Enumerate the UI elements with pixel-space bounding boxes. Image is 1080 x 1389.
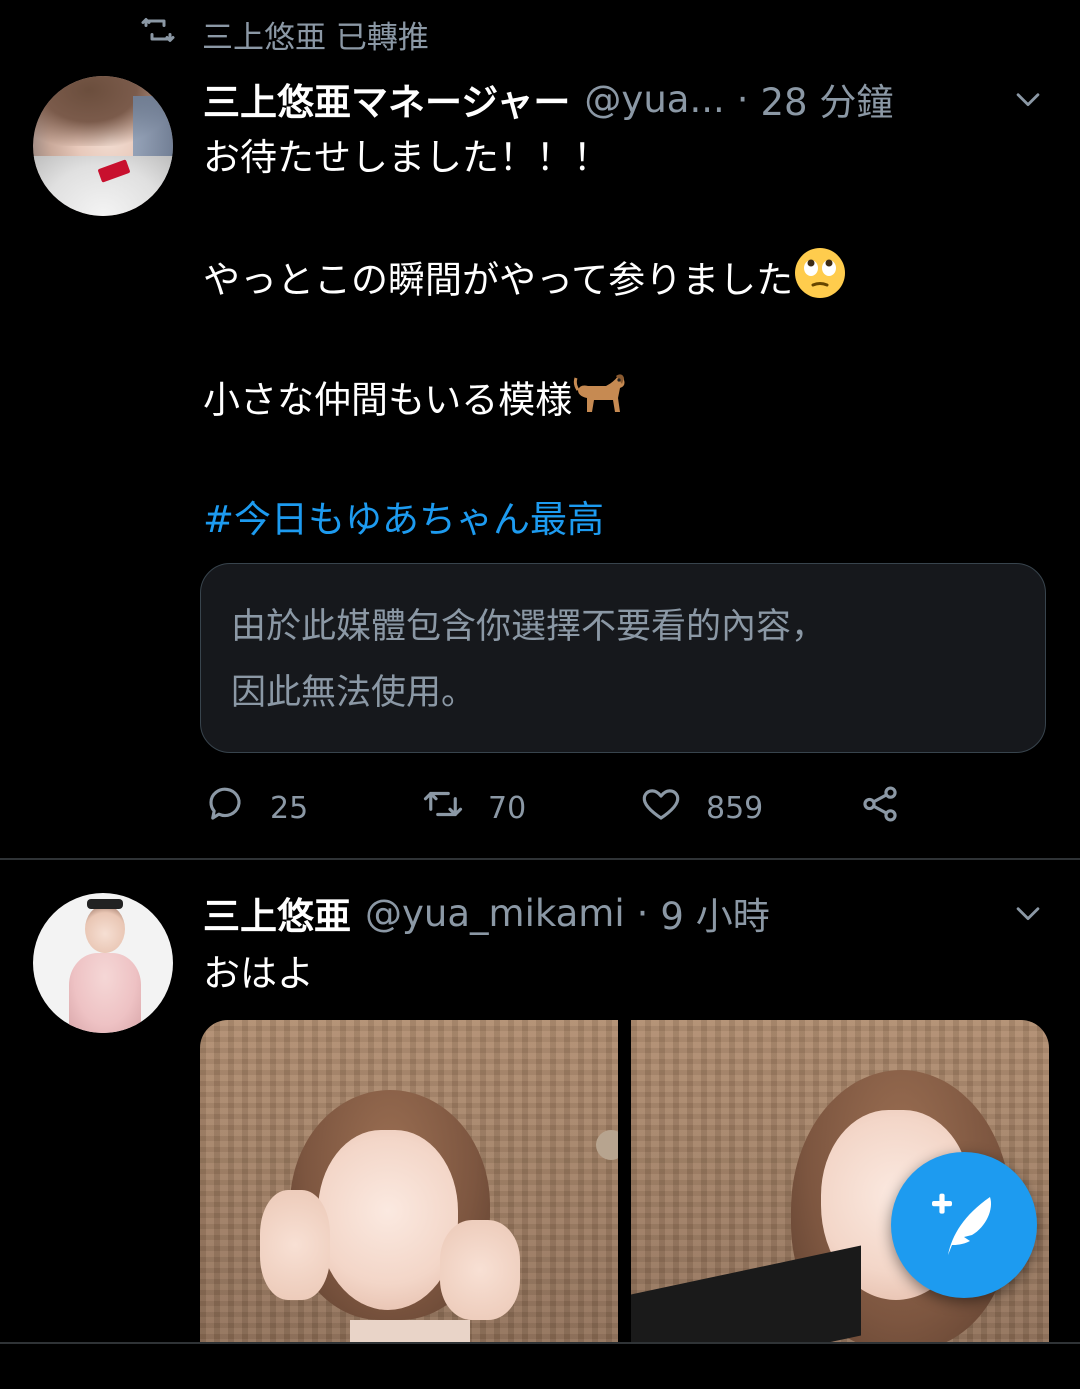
retweet-icon [140, 12, 176, 56]
tweet-line: 小さな仲間もいる模様 [203, 378, 573, 422]
retweet-label: 三上悠亜 已轉推 [202, 19, 429, 56]
author-handle[interactable]: @yua... [584, 78, 724, 121]
retweet-icon [422, 783, 464, 833]
reply-count: 25 [270, 790, 309, 826]
tweet-line: おはよ [203, 952, 314, 995]
retweet-button[interactable]: 70 [422, 782, 526, 834]
chevron-down-icon[interactable] [1011, 82, 1045, 116]
tweet-header: 三上悠亜マネージャー @yua... · 28 分鐘 [203, 72, 894, 126]
dog-icon [572, 368, 628, 436]
timeline-feed: 三上悠亜 已轉推 三上悠亜マネージャー @yua... · 28 分鐘 お待たせ… [0, 0, 1080, 1389]
retweet-count: 70 [488, 790, 527, 826]
author-name[interactable]: 三上悠亜 [203, 886, 351, 940]
share-button[interactable] [859, 782, 901, 834]
tweet-divider [0, 858, 1080, 860]
tweet-text: おはよ [203, 944, 1023, 1004]
chevron-down-icon[interactable] [1011, 896, 1045, 930]
bottom-navigation-bar [0, 1342, 1080, 1389]
timestamp[interactable]: 9 小時 [660, 886, 769, 940]
warning-line: 因此無法使用。 [231, 673, 477, 713]
reply-button[interactable]: 25 [204, 782, 308, 834]
sensitive-media-warning[interactable]: 由於此媒體包含你選擇不要看的內容， 因此無法使用。 [200, 563, 1046, 753]
share-icon [859, 783, 901, 833]
tweet-actions: 25 70 859 [200, 782, 920, 834]
retweet-indicator[interactable]: 三上悠亜 已轉推 [140, 12, 429, 56]
author-handle[interactable]: @yua_mikami [365, 892, 625, 935]
compose-tweet-button[interactable] [891, 1152, 1037, 1298]
author-name[interactable]: 三上悠亜マネージャー [203, 72, 570, 126]
tweet-line: お待たせしました！！！ [203, 136, 610, 179]
timestamp[interactable]: 28 分鐘 [761, 72, 894, 126]
warning-line: 由於此媒體包含你選擇不要看的內容， [231, 607, 827, 647]
face-with-rolling-eyes-icon [793, 246, 847, 318]
like-button[interactable]: 859 [640, 782, 763, 834]
like-count: 859 [706, 790, 764, 826]
tweet-header: 三上悠亜 @yua_mikami · 9 小時 [203, 886, 770, 940]
separator-dot: · [736, 77, 749, 121]
tweet-photo[interactable] [200, 1020, 618, 1350]
compose-feather-icon [924, 1183, 1004, 1267]
tweet-text: お待たせしました！！！ [203, 128, 1023, 188]
tweet-line: やっとこの瞬間がやって参りました [203, 258, 794, 302]
heart-icon [640, 783, 682, 833]
avatar[interactable] [33, 893, 173, 1033]
separator-dot: · [636, 891, 649, 935]
hashtag-link[interactable]: #今日もゆあちゃん最高 [203, 490, 1023, 550]
avatar[interactable] [33, 76, 173, 216]
reply-icon [204, 783, 246, 833]
